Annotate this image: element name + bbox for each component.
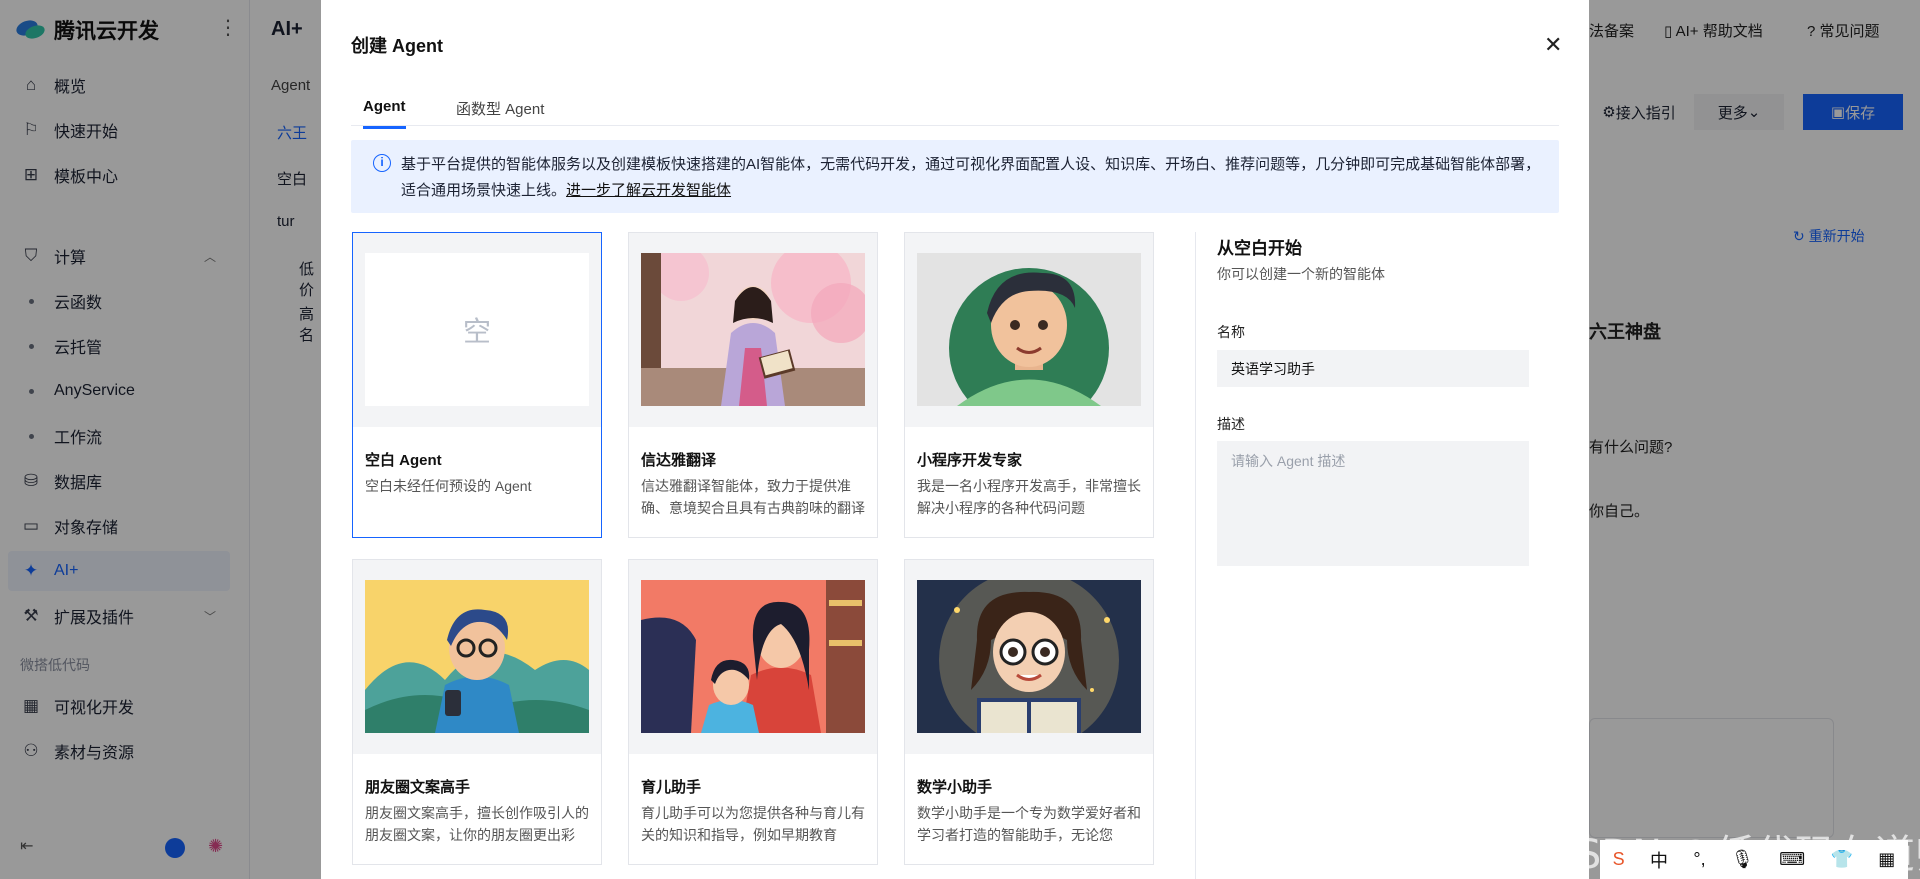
notice-text: 基于平台提供的智能体服务以及创建模板快速搭建的AI智能体，无需代码开发，通过可视… xyxy=(401,152,1541,204)
form-subtitle: 你可以创建一个新的智能体 xyxy=(1217,266,1385,282)
card-description: 信达雅翻译智能体，致力于提供准确、意境契合且具有古典韵味的翻译 xyxy=(641,478,865,516)
agent-name-input[interactable] xyxy=(1217,350,1529,387)
card-description: 我是一名小程序开发高手，非常擅长解决小程序的各种代码问题 xyxy=(917,478,1141,516)
sogou-icon[interactable]: S xyxy=(1613,849,1625,870)
card-image-area xyxy=(629,233,877,427)
card-title: 育儿助手 xyxy=(641,779,702,796)
template-card-parenting[interactable]: 育儿助手 育儿助手可以为您提供各种与育儿有关的知识和指导，例如早期教育 xyxy=(628,559,878,865)
system-taskbar: S 中 °, 🎙 ⌨ 👕 ▦ xyxy=(1600,840,1908,879)
toolbox-icon[interactable]: ▦ xyxy=(1878,849,1895,870)
punctuation-icon[interactable]: °, xyxy=(1693,849,1705,870)
card-description: 数学小助手是一个专为数学爱好者和学习者打造的智能助手，无论您 xyxy=(917,805,1141,843)
template-card-translator[interactable]: 信达雅翻译 信达雅翻译智能体，致力于提供准确、意境契合且具有古典韵味的翻译 xyxy=(628,232,878,538)
info-notice: i 基于平台提供的智能体服务以及创建模板快速搭建的AI智能体，无需代码开发，通过… xyxy=(351,140,1559,213)
card-title: 数学小助手 xyxy=(917,779,993,796)
parenting-illustration xyxy=(641,580,865,733)
description-label: 描述 xyxy=(1217,416,1245,432)
keyboard-icon[interactable]: ⌨ xyxy=(1779,849,1805,870)
template-card-blank[interactable]: 空 空白 Agent 空白未经任何预设的 Agent xyxy=(352,232,602,538)
template-card-moments[interactable]: 朋友圈文案高手 朋友圈文案高手，擅长创作吸引人的朋友圈文案，让你的朋友圈更出彩 xyxy=(352,559,602,865)
close-icon[interactable]: ✕ xyxy=(1544,34,1562,56)
template-card-math[interactable]: 数学小助手 数学小助手是一个专为数学爱好者和学习者打造的智能助手，无论您 xyxy=(904,559,1154,865)
card-image-area xyxy=(905,233,1153,427)
developer-illustration xyxy=(917,253,1141,406)
modal-title: 创建 Agent xyxy=(351,36,443,56)
form-title: 从空白开始 xyxy=(1217,239,1302,258)
card-image-area xyxy=(629,560,877,754)
agent-description-input[interactable] xyxy=(1217,441,1529,566)
ime-mode[interactable]: 中 xyxy=(1650,847,1668,873)
card-image-area xyxy=(905,560,1153,754)
card-description: 空白未经任何预设的 Agent xyxy=(365,478,532,494)
moments-illustration xyxy=(365,580,589,733)
card-description: 朋友圈文案高手，擅长创作吸引人的朋友圈文案，让你的朋友圈更出彩 xyxy=(365,805,589,843)
card-title: 空白 Agent xyxy=(365,452,442,469)
microphone-icon[interactable]: 🎙 xyxy=(1731,849,1754,870)
card-description: 育儿助手可以为您提供各种与育儿有关的知识和指导，例如早期教育 xyxy=(641,805,865,843)
translator-illustration xyxy=(641,253,865,406)
card-title: 小程序开发专家 xyxy=(917,452,1023,469)
vertical-divider xyxy=(1195,232,1196,879)
learn-more-link[interactable]: 进一步了解云开发智能体 xyxy=(566,182,731,199)
agent-type-tabs: Agent 函数型 Agent xyxy=(351,86,1559,129)
card-title: 信达雅翻译 xyxy=(641,452,717,469)
math-illustration xyxy=(917,580,1141,733)
info-icon: i xyxy=(373,154,391,172)
card-image-area xyxy=(353,560,601,754)
create-agent-modal: 创建 Agent ✕ Agent 函数型 Agent i 基于平台提供的智能体服… xyxy=(321,0,1589,879)
template-card-miniprogram[interactable]: 小程序开发专家 我是一名小程序开发高手，非常擅长解决小程序的各种代码问题 xyxy=(904,232,1154,538)
name-label: 名称 xyxy=(1217,324,1245,340)
skin-icon[interactable]: 👕 xyxy=(1830,849,1852,870)
blank-placeholder: 空 xyxy=(365,253,589,406)
tab-function-agent[interactable]: 函数型 Agent xyxy=(456,98,544,119)
tab-agent[interactable]: Agent xyxy=(363,98,406,129)
card-image-area: 空 xyxy=(353,233,601,427)
card-title: 朋友圈文案高手 xyxy=(365,779,471,796)
